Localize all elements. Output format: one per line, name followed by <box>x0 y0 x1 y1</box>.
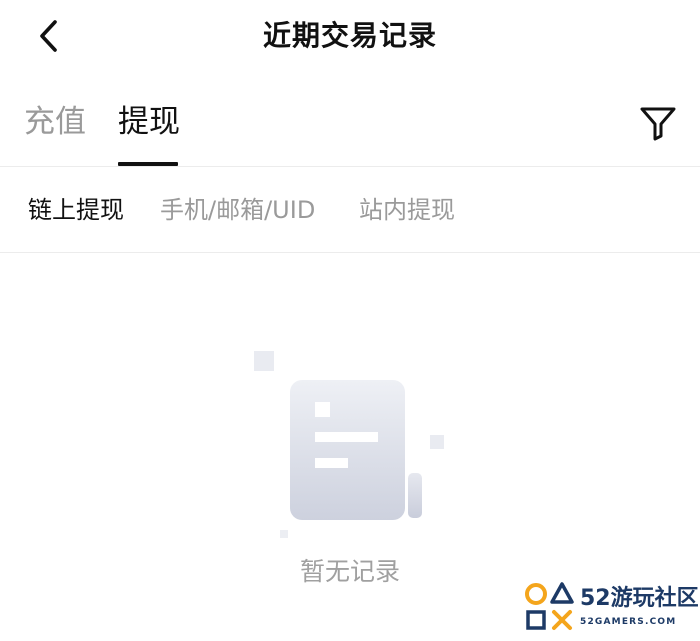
header-bar: 近期交易记录 <box>0 0 700 78</box>
page-title: 近期交易记录 <box>262 19 437 52</box>
watermark-logo: 52游玩社区 52GAMERS.COM <box>522 580 700 641</box>
funnel-filter-icon <box>640 107 676 141</box>
tab-bar: 充值 提现 <box>0 90 700 168</box>
filter-button[interactable] <box>637 102 679 144</box>
watermark-shapes-icon <box>525 582 574 630</box>
subtab-phone-email-uid[interactable]: 手机/邮箱/UID <box>160 192 315 228</box>
subtab-onchain-withdraw[interactable]: 链上提现 <box>28 192 124 228</box>
subtabs-divider <box>0 252 700 253</box>
watermark-title: 52游玩社区 <box>580 586 699 611</box>
subtab-internal-withdraw[interactable]: 站内提现 <box>359 192 455 228</box>
empty-document-icon <box>250 345 450 545</box>
tab-withdraw[interactable]: 提现 <box>118 100 180 144</box>
tabs-divider <box>0 166 700 167</box>
watermark-subtitle: 52GAMERS.COM <box>580 617 677 627</box>
subtab-bar: 链上提现 手机/邮箱/UID 站内提现 <box>0 184 700 236</box>
tab-deposit[interactable]: 充值 <box>24 100 86 144</box>
